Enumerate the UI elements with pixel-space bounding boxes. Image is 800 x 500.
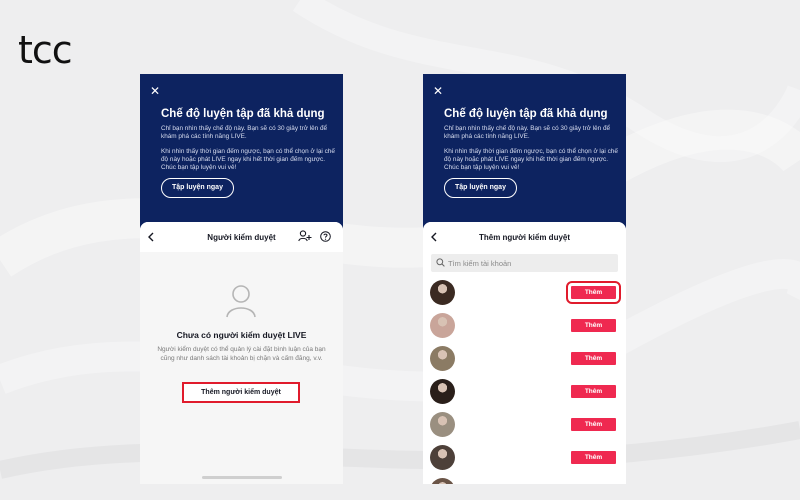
close-icon[interactable]: ✕ — [150, 84, 160, 98]
sheet-header: Thêm người kiểm duyệt — [423, 222, 626, 252]
user-row: Thêm — [423, 278, 626, 308]
banner-title: Chế độ luyện tập đã khả dụng — [161, 108, 325, 120]
user-avatar[interactable] — [430, 313, 455, 338]
empty-state-description: Người kiểm duyệt có thể quản lý cài đặt … — [157, 346, 326, 362]
user-avatar[interactable] — [430, 478, 455, 484]
add-user-icon[interactable] — [298, 230, 312, 242]
add-user-button[interactable]: Thêm — [571, 352, 616, 365]
add-moderator-sheet: Thêm người kiểm duyệt Thêm Thêm Thêm Thêm Th… — [423, 222, 626, 484]
brand-logo: tcc — [18, 28, 73, 72]
user-avatar[interactable] — [430, 280, 455, 305]
search-box[interactable] — [431, 254, 618, 272]
banner-desc-1: Chỉ bạn nhìn thấy chế độ này. Bạn sẽ có … — [161, 125, 328, 140]
add-user-button[interactable]: Thêm — [571, 385, 616, 398]
user-row: Thêm — [423, 344, 626, 374]
sheet-title: Thêm người kiểm duyệt — [478, 233, 571, 242]
user-row: Thêm — [423, 443, 626, 473]
empty-user-icon — [226, 285, 256, 318]
banner-desc-1: Chỉ bạn nhìn thấy chế độ này. Bạn sẽ có … — [444, 125, 611, 140]
practice-mode-banner: ✕ Chế độ luyện tập đã khả dụng Chỉ bạn n… — [140, 74, 343, 234]
search-input[interactable] — [448, 256, 613, 270]
home-indicator — [202, 476, 282, 479]
practice-now-button[interactable]: Tập luyện ngay — [161, 178, 234, 198]
sheet-header: Người kiểm duyệt — [140, 222, 343, 252]
close-icon[interactable]: ✕ — [433, 84, 443, 98]
add-user-button[interactable]: Thêm — [571, 451, 616, 464]
add-moderator-button[interactable]: Thêm người kiểm duyệt — [182, 382, 300, 403]
user-row: Thêm — [423, 377, 626, 407]
practice-now-button[interactable]: Tập luyện ngay — [444, 178, 517, 198]
user-avatar[interactable] — [430, 346, 455, 371]
user-avatar[interactable] — [430, 412, 455, 437]
banner-desc-2: Khi nhìn thấy thời gian đếm ngược, bạn c… — [161, 148, 335, 171]
empty-state-title: Chưa có người kiểm duyệt LIVE — [176, 330, 307, 340]
phone-moderators-empty: ✕ Chế độ luyện tập đã khả dụng Chỉ bạn n… — [140, 74, 343, 484]
banner-title: Chế độ luyện tập đã khả dụng — [444, 108, 608, 120]
user-avatar[interactable] — [430, 379, 455, 404]
sheet-title: Người kiểm duyệt — [207, 233, 276, 242]
user-row: Thêm — [423, 476, 626, 484]
help-icon[interactable] — [320, 231, 331, 242]
add-user-button[interactable]: Thêm — [571, 418, 616, 431]
practice-mode-banner: ✕ Chế độ luyện tập đã khả dụng Chỉ bạn n… — [423, 74, 626, 234]
add-user-button[interactable]: Thêm — [571, 319, 616, 332]
phone-add-moderator: ✕ Chế độ luyện tập đã khả dụng Chỉ bạn n… — [423, 74, 626, 484]
add-user-button[interactable]: Thêm — [566, 281, 621, 304]
user-row: Thêm — [423, 311, 626, 341]
user-avatar[interactable] — [430, 445, 455, 470]
user-row: Thêm — [423, 410, 626, 440]
background-waves — [0, 0, 800, 479]
banner-desc-2: Khi nhìn thấy thời gian đếm ngược, bạn c… — [444, 148, 618, 171]
search-icon — [436, 258, 445, 267]
moderators-sheet: Người kiểm duyệt Chưa có người kiểm duyệ… — [140, 222, 343, 484]
